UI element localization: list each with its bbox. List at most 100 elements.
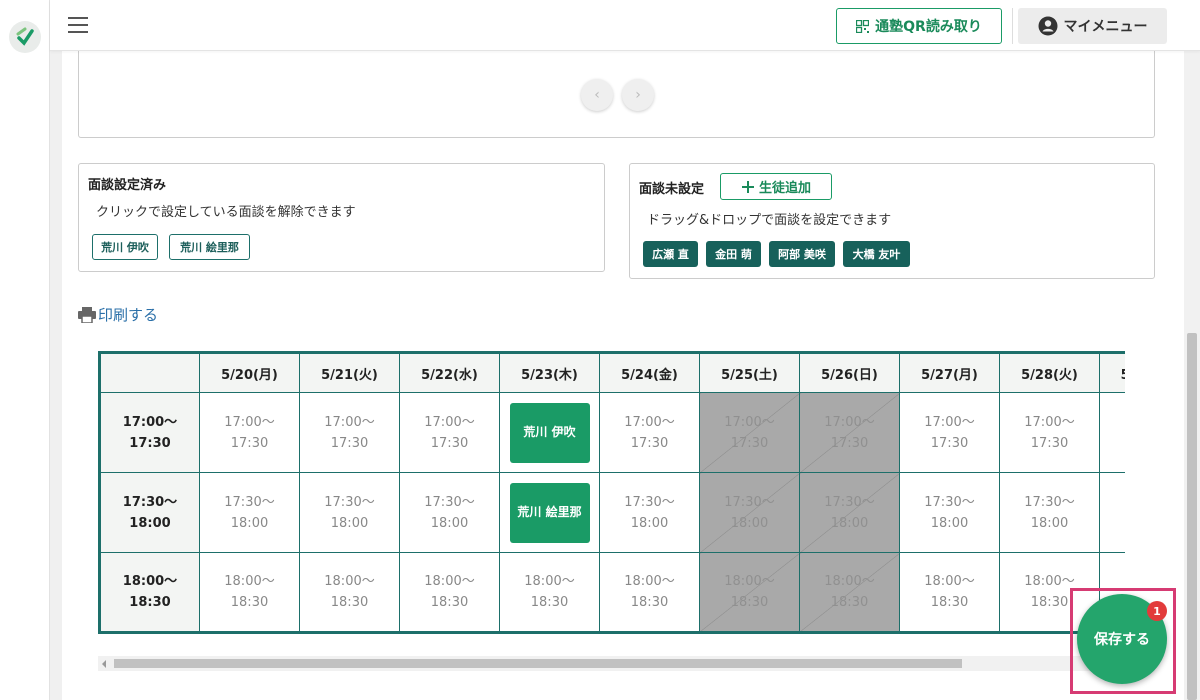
open-slot-cell[interactable]: 18:00～ 18:30 [599,552,700,633]
chevron-right-icon: › [635,87,641,103]
slot-end: 18:30 [730,595,769,610]
corner-cell [99,352,200,393]
unassigned-description: ドラッグ&ドロップで面談を設定できます [647,213,892,228]
qr-scan-button[interactable]: 通塾QR読み取り [836,8,1002,44]
open-slot-cell[interactable]: 17:00～17:30 [299,392,400,473]
account-circle-icon [1038,16,1057,36]
closed-slot-cell: 18:00～ 18:30 [699,552,800,633]
unassigned-student-chip[interactable]: 大橋 友叶 [843,241,910,267]
top-header: 通塾QR読み取り マイメニュー [50,0,1200,51]
horizontal-scrollbar[interactable] [98,656,1125,671]
slot-start: 18:00～ [624,574,675,589]
save-label: 保存する [1094,632,1150,648]
slot-start: 17:00～ [1124,415,1125,430]
date-header: 5/29(水) [1099,352,1125,393]
booked-slot-cell[interactable]: 荒川 伊吹 [499,392,600,473]
slot-end: 18:30 [930,595,969,610]
open-slot-cell[interactable]: 17:30～18:00 [999,472,1100,553]
time-slot-row: 17:00～ 17:30 17:00～ 17:30 17:00～ 17:30 17:00～ 1… [99,392,1125,473]
time-label-cell: 18:00～ 18:30 [99,552,200,633]
closed-slot-cell: 17:00～ 17:30 [699,392,800,473]
open-slot-cell[interactable]: 17:00～17:30 [599,392,700,473]
print-link[interactable]: 印刷する [78,304,158,325]
open-slot-cell[interactable]: 17:30～18:00 [1099,472,1125,553]
plus-icon [741,180,754,193]
vertical-scrollbar[interactable] [1184,51,1200,700]
header-divider [1012,8,1013,44]
unassigned-interviews-panel: 面談未設定 生徒追加 ドラッグ&ドロップで面談を設定できます 広瀬 直 金田 萌… [629,163,1155,279]
booked-slot-cell[interactable]: 荒川 絵里那 [499,472,600,553]
slot-end: 18:00 [730,515,769,531]
assigned-title: 面談設定済み [88,178,167,193]
slot-end: 17:30 [830,435,869,451]
open-slot-cell[interactable]: 17:00～17:30 [399,392,500,473]
open-slot-cell[interactable]: 17:00～17:30 [1099,392,1125,473]
schedule-table: 5/20(月) 5/21(火) 5/22(水) 5/23(木) 5/24(金) 5/25(… [98,351,1125,634]
app-logo-icon[interactable] [9,21,41,53]
open-slot-cell[interactable]: 17:00～17:30 [899,392,1000,473]
calendar-panel: ‹ › [78,51,1155,138]
schedule-scroll-area[interactable]: 5/20(月) 5/21(火) 5/22(水) 5/23(木) 5/24(金) 5/25(… [98,351,1125,636]
slot-start: 17:00～ [324,414,375,430]
vertical-scroll-thumb[interactable] [1187,333,1197,700]
schedule-header-row: 5/20(月) 5/21(火) 5/22(水) 5/23(木) 5/24(金) 5/25(… [99,352,1125,393]
time-slot-row: 18:00～ 18:30 18:00～ 18:30 18:00～ 18:30 18:00～ 1… [99,552,1125,633]
slot-start: 17:30～ [924,494,975,510]
left-rail [0,0,50,700]
time-end: 18:30 [129,595,171,610]
slot-end: 18:30 [430,595,469,610]
slot-start: 17:30～ [424,494,475,510]
printer-icon [78,306,96,323]
slot-start: 18:00～ [324,574,375,589]
prev-page-button[interactable]: ‹ [581,79,613,111]
slot-start: 18:00～ [824,574,875,589]
date-header: 5/26(日) [799,352,900,393]
unassigned-student-chip[interactable]: 金田 萌 [706,241,761,267]
print-label: 印刷する [98,306,159,324]
open-slot-cell[interactable]: 18:00～ 18:30 [499,552,600,633]
slot-start: 17:00～ [824,414,875,430]
hamburger-icon[interactable] [68,17,88,33]
horizontal-scroll-thumb[interactable] [114,659,962,668]
slot-end: 18:30 [1030,595,1069,610]
slot-end: 18:00 [230,515,269,531]
assigned-interviews-panel: 面談設定済み クリックで設定している面談を解除できます 荒川 伊吹 荒川 絵里那 [78,163,605,272]
unassigned-student-chip[interactable]: 阿部 美咲 [769,241,835,267]
slot-start: 17:30～ [1024,494,1075,510]
qr-code-icon [856,19,870,33]
open-slot-cell[interactable]: 18:00～ 18:30 [199,552,300,633]
date-header: 5/21(火) [299,352,400,393]
open-slot-cell[interactable]: 17:30～ 18:00 [899,472,1000,553]
open-slot-cell[interactable]: 18:00～ 18:30 [899,552,1000,633]
time-label-cell: 17:00～ 17:30 [99,392,200,473]
unassigned-student-chip[interactable]: 広瀬 直 [643,241,698,267]
open-slot-cell[interactable]: 17:30～18:00 [599,472,700,553]
date-header: 5/25(土) [699,352,800,393]
chevron-left-icon: ‹ [594,87,600,103]
booked-student-block[interactable]: 荒川 絵里那 [509,482,590,543]
booked-student-block[interactable]: 荒川 伊吹 [509,402,590,463]
open-slot-cell[interactable]: 18:00～ 18:30 [399,552,500,633]
open-slot-cell[interactable]: 18:00～ 18:30 [299,552,400,633]
scroll-left-icon[interactable] [102,660,106,668]
my-menu-button[interactable]: マイメニュー [1018,8,1167,44]
open-slot-cell[interactable]: 17:00～17:30 [199,392,300,473]
slot-start: 18:00～ [424,574,475,589]
open-slot-cell[interactable]: 17:30～18:00 [399,472,500,553]
slot-start: 17:30～ [824,494,875,510]
slot-start: 18:00～ [1124,574,1125,589]
open-slot-cell[interactable]: 17:00～17:30 [999,392,1100,473]
slot-end: 18:00 [930,515,969,531]
date-header: 5/20(月) [199,352,300,393]
add-student-button[interactable]: 生徒追加 [720,173,832,200]
assigned-student-chip[interactable]: 荒川 伊吹 [92,234,158,260]
closed-slot-cell: 18:00～ 18:30 [799,552,900,633]
slot-start: 18:00～ [724,574,775,589]
open-slot-cell[interactable]: 17:30～18:00 [199,472,300,553]
open-slot-cell[interactable]: 17:30～18:00 [299,472,400,553]
slot-end: 17:30 [230,435,269,451]
assigned-student-chip[interactable]: 荒川 絵里那 [169,234,250,260]
next-page-button[interactable]: › [622,79,654,111]
time-start: 18:00～ [122,574,178,589]
slot-start: 18:00～ [1024,574,1075,589]
